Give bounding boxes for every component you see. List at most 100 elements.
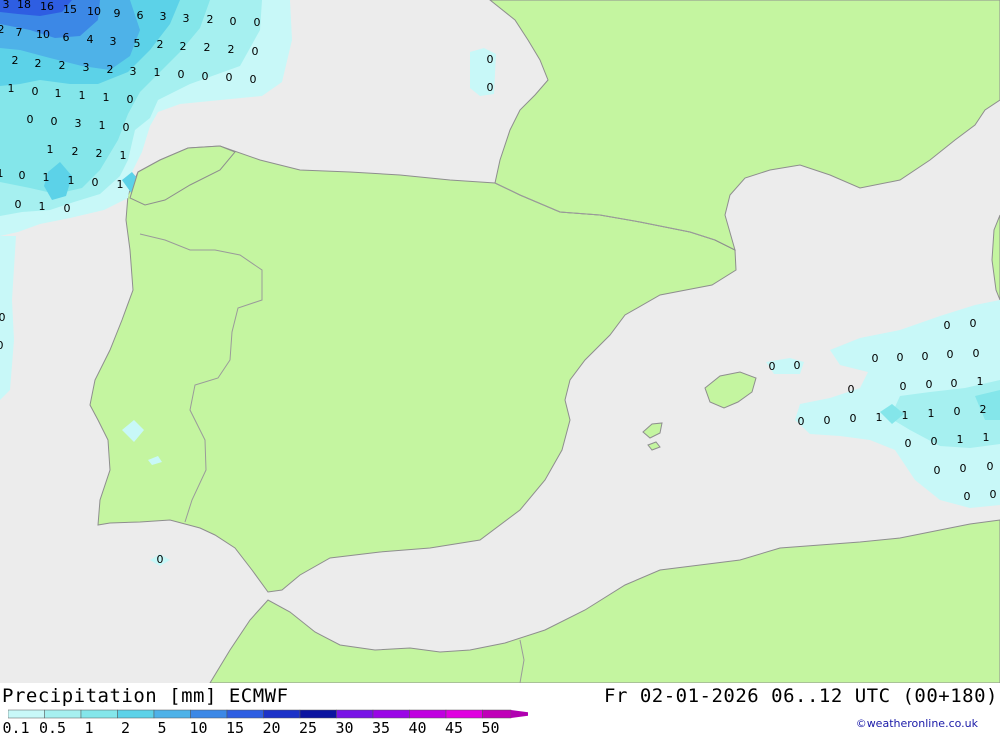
precip-value-label: 0: [848, 383, 855, 396]
precip-value-label: 2: [157, 38, 164, 51]
precip-value-label: 0: [944, 319, 951, 332]
precip-value-label: 3: [75, 117, 82, 130]
legend-swatch: [117, 709, 155, 719]
legend-swatch: [372, 709, 410, 719]
precip-value-label: 0: [960, 462, 967, 475]
precip-value-label: 1: [117, 178, 124, 191]
legend-tick-label: 35: [371, 719, 391, 737]
precip-value-label: 0: [934, 464, 941, 477]
legend-tick-label: 30: [335, 719, 354, 737]
precip-value-label: 0: [794, 359, 801, 372]
legend-swatch: [226, 709, 264, 719]
precip-value-label: 3: [130, 65, 137, 78]
legend-swatch: [445, 709, 483, 719]
precip-value-label: 6: [63, 31, 70, 44]
precip-value-label: 0: [926, 378, 933, 391]
precip-value-label: 3: [183, 12, 190, 25]
legend-swatch: [44, 709, 82, 719]
precip-value-label: 1: [0, 167, 4, 180]
precip-value-label: 1: [120, 149, 127, 162]
precip-value-label: 2: [228, 43, 235, 56]
precip-value-label: 1: [99, 119, 106, 132]
precip-value-label: 0: [905, 437, 912, 450]
precip-value-label: 0: [824, 414, 831, 427]
precipitation-map[interactable]: 3 18 16 15 10 9 6 3 3 2 0 0 2 7 10 6 4 3 5 2 2 2 2 0 2 2 2 3 2 3 1 0 0 0 0…: [0, 0, 1000, 684]
precip-value-label: 0: [964, 490, 971, 503]
precip-value-label: 15: [63, 3, 77, 16]
precip-value-label: 2: [980, 403, 987, 416]
precip-value-label: 0: [872, 352, 879, 365]
precip-value-label: 0: [27, 113, 34, 126]
legend-tick-label: 15: [225, 719, 245, 737]
precip-value-label: 4: [87, 33, 94, 46]
legend-swatch: [153, 709, 191, 719]
precip-value-label: 0: [900, 380, 907, 393]
legend-tick-label: 10: [189, 719, 208, 737]
legend-tick-label: 1: [84, 719, 94, 737]
map-footer: Precipitation [mm] ECMWF Fr 02-01-2026 0…: [0, 683, 1000, 737]
precip-value-label: 1: [43, 171, 50, 184]
precip-value-label: 0: [19, 169, 26, 182]
precip-value-label: 0: [202, 70, 209, 83]
precip-value-label: 0: [973, 347, 980, 360]
precip-value-label: 1: [983, 431, 990, 444]
precip-value-label: 0: [157, 553, 164, 566]
precip-value-label: 1: [103, 91, 110, 104]
precip-value-label: 0: [951, 377, 958, 390]
valid-time: Fr 02-01-2026 06..12 UTC (00+180): [604, 685, 998, 707]
precip-value-label: 18: [17, 0, 31, 11]
map-canvas: 3 18 16 15 10 9 6 3 3 2 0 02 7 10 6 4 3 5 2 2 2 2 02 2 2 3 2 3 1 0 0 0 0…: [0, 0, 1000, 684]
precip-value-label: 1: [39, 200, 46, 213]
precip-value-label: 0: [178, 68, 185, 81]
precip-value-label: 1: [47, 143, 54, 156]
precip-value-label: 0: [123, 121, 130, 134]
precip-value-label: 0: [51, 115, 58, 128]
precip-value-label: 0: [487, 81, 494, 94]
precip-value-label: 0: [987, 460, 994, 473]
legend-tick-label: 5: [157, 719, 167, 737]
legend-swatch: [263, 709, 301, 719]
precip-value-label: 1: [55, 87, 62, 100]
precip-value-label: 0: [32, 85, 39, 98]
precip-value-label: 0: [487, 53, 494, 66]
precip-value-label: 0: [931, 435, 938, 448]
legend-tick-label: 25: [298, 719, 318, 737]
precip-value-label: 9: [114, 7, 121, 20]
precip-value-label: 1: [928, 407, 935, 420]
precip-value-label: 16: [40, 0, 54, 13]
precip-value-label: 0: [230, 15, 237, 28]
precip-value-label: 0: [769, 360, 776, 373]
legend-swatch: [299, 709, 337, 719]
legend-tick-label: 40: [408, 719, 427, 737]
precip-value-label: 0: [252, 45, 259, 58]
precip-value-label: 0: [798, 415, 805, 428]
precip-value-label: 0: [64, 202, 71, 215]
precip-value-label: 0: [92, 176, 99, 189]
legend-swatch: [482, 709, 512, 719]
precip-value-label: 0: [0, 311, 6, 324]
legend-tick-label: 50: [481, 719, 500, 737]
legend-swatch: [336, 709, 374, 719]
precip-value-label: 2: [207, 13, 214, 26]
precip-value-label: 3: [83, 61, 90, 74]
legend-swatch: [409, 709, 447, 719]
precip-value-label: 10: [87, 5, 101, 18]
legend-swatch: [8, 709, 45, 719]
precip-value-label: 1: [977, 375, 984, 388]
precip-value-label: 1: [876, 411, 883, 424]
precip-value-label: 0: [990, 488, 997, 501]
precip-value-label: 0: [254, 16, 261, 29]
precip-value-label: 1: [957, 433, 964, 446]
precip-value-label: 1: [902, 409, 909, 422]
precip-value-label: 3: [110, 35, 117, 48]
map-title: Precipitation [mm] ECMWF: [2, 685, 289, 707]
legend-tick-label: 0.1: [2, 719, 30, 737]
legend-swatch: [190, 709, 228, 719]
precip-value-label: 6: [137, 9, 144, 22]
precip-value-label: 0: [0, 339, 4, 352]
credit-link[interactable]: ©weatheronline.co.uk: [856, 717, 978, 730]
precip-value-label: 0: [226, 71, 233, 84]
precip-value-label: 0: [250, 73, 257, 86]
precip-value-label: 0: [15, 198, 22, 211]
legend-tick-label: 2: [120, 719, 131, 737]
